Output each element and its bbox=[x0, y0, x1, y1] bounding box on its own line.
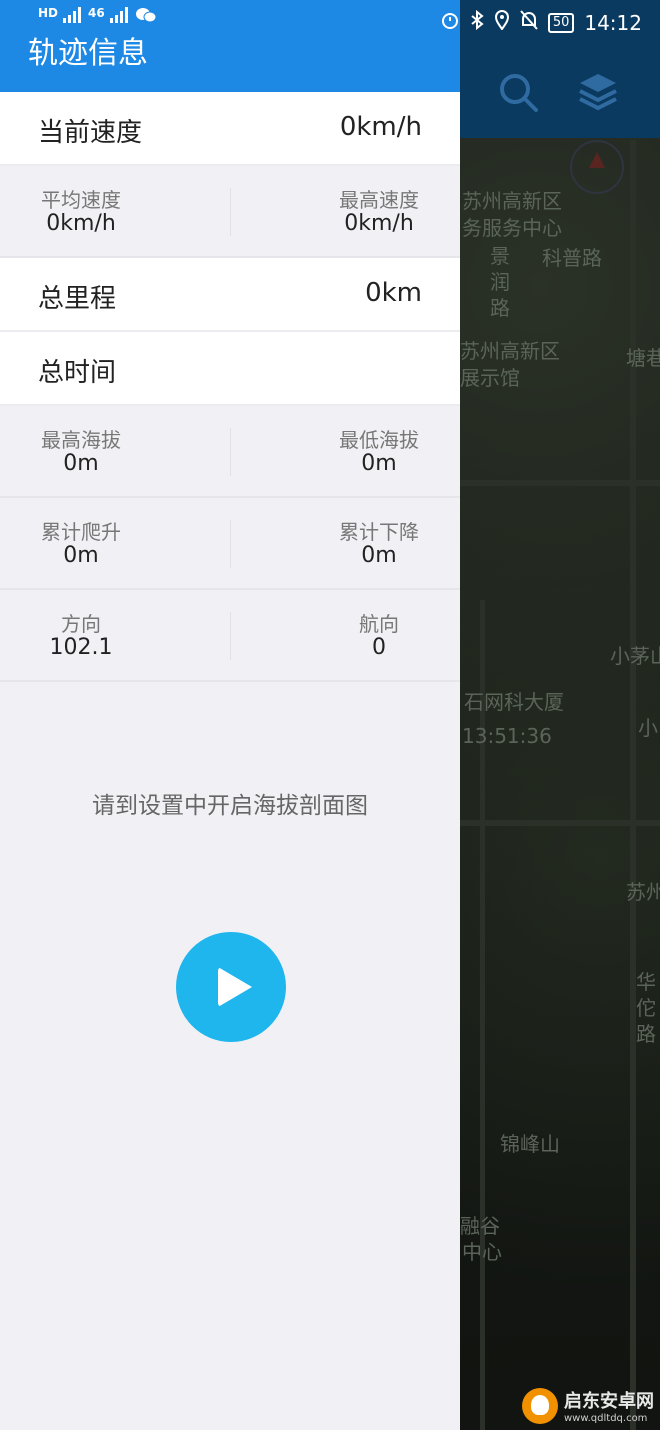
map-label: 务服务中心 bbox=[462, 216, 562, 240]
heading-label: 航向 bbox=[359, 612, 399, 636]
total-time-row: 总时间 bbox=[0, 332, 460, 406]
heading-value: 0 bbox=[372, 635, 386, 660]
direction-row: 方向 102.1 航向 0 bbox=[0, 590, 460, 682]
map-label: 小 bbox=[638, 716, 658, 740]
total-time-label: 总时间 bbox=[38, 358, 117, 388]
divider bbox=[230, 428, 231, 476]
map-label: 苏州高新区 bbox=[460, 339, 560, 363]
watermark-url: www.qdltdq.com bbox=[564, 1413, 648, 1424]
mute-bell-icon bbox=[520, 10, 538, 35]
signal-icon bbox=[109, 6, 131, 27]
map-label: 石网科大厦 bbox=[464, 690, 564, 714]
bluetooth-icon bbox=[470, 9, 484, 35]
direction-value: 102.1 bbox=[49, 635, 113, 660]
map-label: 中心 bbox=[462, 1240, 502, 1264]
map-label: 华 bbox=[636, 970, 656, 994]
max-speed-cell: 最高速度 0km/h bbox=[300, 188, 458, 236]
status-bar-left: HD 46 bbox=[38, 6, 157, 27]
total-descent-label: 累计下降 bbox=[339, 520, 419, 544]
hd-indicator: HD bbox=[38, 6, 59, 20]
map-label: 融谷 bbox=[460, 1214, 500, 1238]
altitude-profile-notice: 请到设置中开启海拔剖面图 bbox=[92, 793, 368, 819]
divider bbox=[230, 520, 231, 568]
total-climb-value: 0m bbox=[63, 543, 99, 568]
min-altitude-label: 最低海拔 bbox=[339, 428, 419, 452]
alarm-icon bbox=[440, 10, 460, 35]
watermark-logo-icon bbox=[522, 1387, 558, 1424]
avg-speed-cell: 平均速度 0km/h bbox=[0, 188, 162, 236]
max-altitude-cell: 最高海拔 0m bbox=[0, 428, 162, 476]
max-speed-label: 最高速度 bbox=[339, 188, 419, 212]
direction-label: 方向 bbox=[61, 612, 101, 636]
battery-icon: 50 bbox=[547, 12, 575, 33]
speed-stats-row: 平均速度 0km/h 最高速度 0km/h bbox=[0, 166, 460, 258]
play-button[interactable] bbox=[176, 932, 286, 1042]
avg-speed-label: 平均速度 bbox=[41, 188, 121, 212]
wechat-icon bbox=[135, 6, 157, 27]
play-icon bbox=[218, 967, 252, 1007]
total-climb-cell: 累计爬升 0m bbox=[0, 520, 162, 568]
current-speed-label: 当前速度 bbox=[38, 118, 143, 148]
map-label: 苏州高新区 bbox=[462, 189, 562, 213]
divider bbox=[230, 188, 231, 236]
altitude-row: 最高海拔 0m 最低海拔 0m bbox=[0, 406, 460, 498]
map-label: 润 bbox=[490, 270, 510, 294]
current-speed-value: 0km/h bbox=[339, 112, 422, 142]
total-descent-cell: 累计下降 0m bbox=[300, 520, 458, 568]
map-label: 佗 bbox=[636, 996, 656, 1020]
max-altitude-value: 0m bbox=[63, 451, 99, 476]
map-label: 路 bbox=[636, 1022, 656, 1046]
map-label: 路 bbox=[490, 296, 510, 320]
avg-speed-value: 0km/h bbox=[46, 211, 116, 236]
map-label: 景 bbox=[490, 244, 510, 268]
watermark: 启东安卓网 www.qdltdq.com bbox=[522, 1387, 654, 1424]
status-bar: HD 46 50 14:12 bbox=[0, 0, 660, 44]
map-label: 科普路 bbox=[542, 246, 602, 270]
signal-icon bbox=[62, 6, 84, 27]
track-info-drawer: 轨迹信息 当前速度 0km/h 平均速度 0km/h 最高速度 0km/h 总里… bbox=[0, 0, 460, 1430]
map-label: 锦峰山 bbox=[500, 1132, 560, 1156]
total-distance-label: 总里程 bbox=[38, 284, 117, 314]
network-type: 46 bbox=[88, 6, 105, 20]
clock: 14:12 bbox=[584, 10, 642, 35]
total-descent-value: 0m bbox=[361, 543, 397, 568]
status-bar-right: 50 14:12 bbox=[440, 9, 642, 35]
map-label: 塘巷 bbox=[626, 346, 660, 370]
current-speed-row: 当前速度 0km/h bbox=[0, 92, 460, 166]
search-icon[interactable] bbox=[496, 70, 540, 114]
total-distance-value: 0km bbox=[365, 278, 422, 308]
min-altitude-cell: 最低海拔 0m bbox=[300, 428, 458, 476]
climb-row: 累计爬升 0m 累计下降 0m bbox=[0, 498, 460, 590]
max-altitude-label: 最高海拔 bbox=[41, 428, 121, 452]
map-label: 13:51:36 bbox=[462, 724, 552, 748]
compass-icon[interactable] bbox=[570, 140, 624, 194]
map-road bbox=[630, 140, 636, 1430]
direction-cell: 方向 102.1 bbox=[0, 612, 162, 660]
map-view[interactable]: 苏州高新区 务服务中心 科普路 景 润 路 苏州高新区 展示馆 塘巷 小茅山 石… bbox=[460, 0, 660, 1430]
heading-cell: 航向 0 bbox=[300, 612, 458, 660]
total-distance-row: 总里程 0km bbox=[0, 258, 460, 332]
location-icon bbox=[494, 10, 510, 35]
min-altitude-value: 0m bbox=[361, 451, 397, 476]
map-label: 展示馆 bbox=[460, 366, 520, 390]
watermark-name: 启东安卓网 bbox=[564, 1391, 654, 1412]
map-label: 小茅山 bbox=[610, 644, 660, 668]
total-climb-label: 累计爬升 bbox=[41, 520, 121, 544]
layers-icon[interactable] bbox=[576, 70, 620, 114]
map-label: 苏州 bbox=[626, 880, 660, 904]
divider bbox=[230, 612, 231, 660]
max-speed-value: 0km/h bbox=[344, 211, 414, 236]
